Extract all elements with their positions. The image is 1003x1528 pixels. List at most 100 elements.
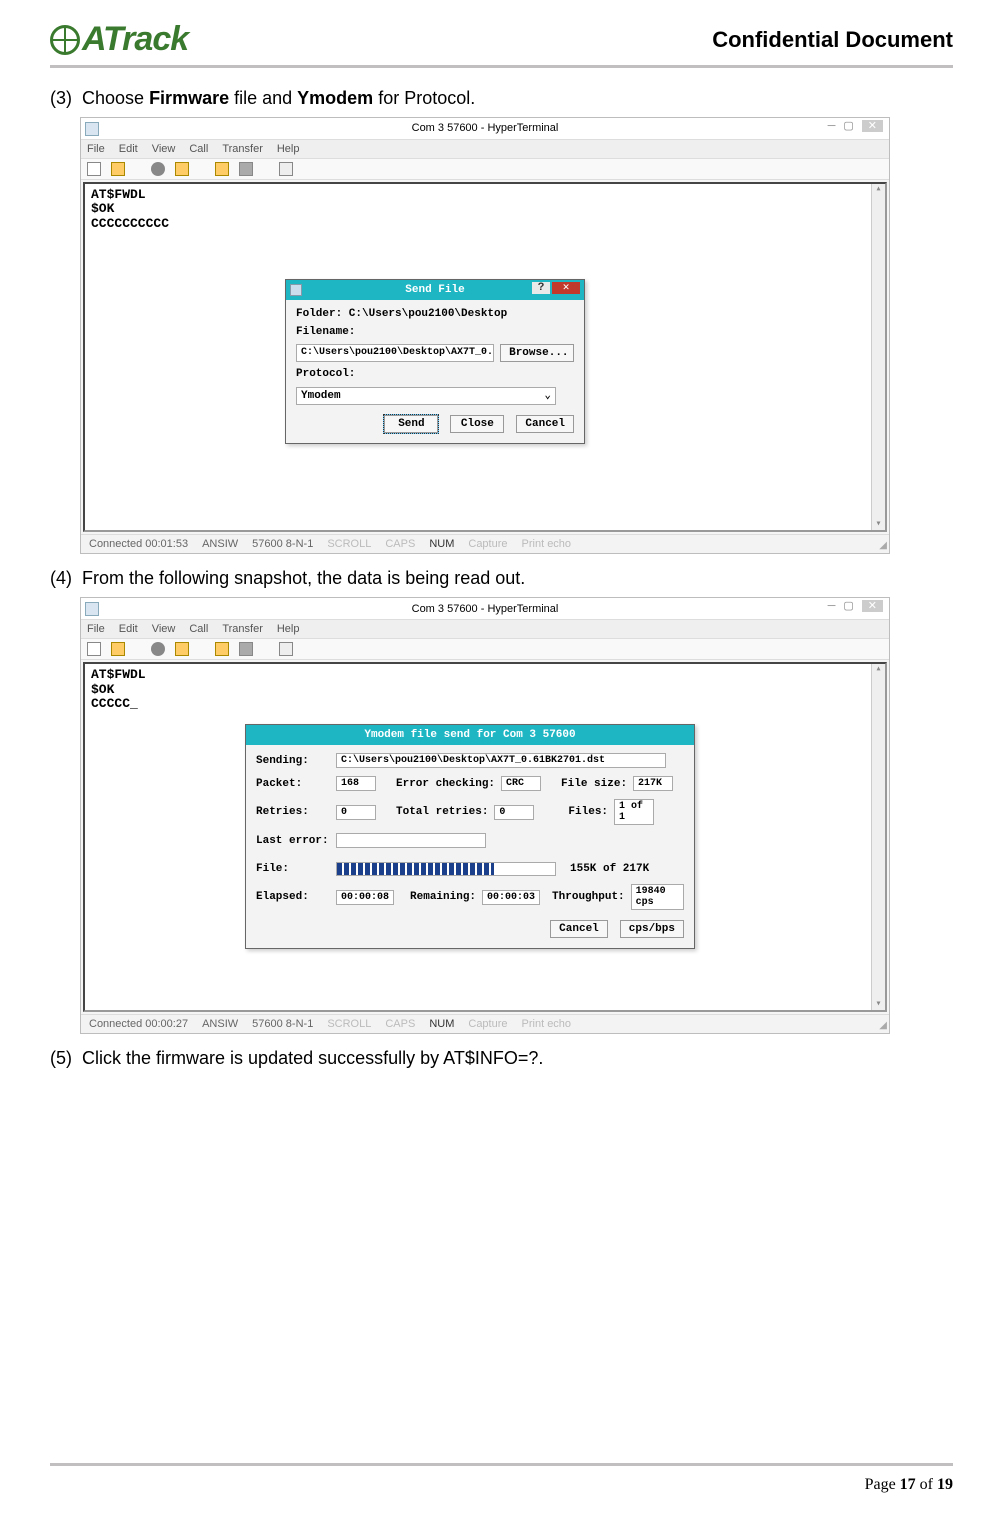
scrollbar[interactable] — [871, 664, 885, 1010]
connect-icon[interactable] — [151, 162, 165, 176]
close-button[interactable]: Close — [450, 415, 504, 433]
terminal-line: AT$FWDL — [91, 668, 879, 682]
send-icon[interactable] — [215, 642, 229, 656]
window-controls: ─ ▢ ✕ — [828, 120, 883, 132]
page-pre: Page — [865, 1476, 900, 1493]
close-icon[interactable]: ✕ — [862, 600, 883, 612]
page-current: 17 — [900, 1476, 916, 1493]
filesize-label: File size: — [561, 778, 627, 790]
send-icon[interactable] — [215, 162, 229, 176]
sending-label: Sending: — [256, 755, 330, 767]
close-icon[interactable]: ✕ — [862, 120, 883, 132]
screenshot-ymodem: Com 3 57600 - HyperTerminal ─ ▢ ✕ File E… — [80, 597, 890, 1034]
menu-view[interactable]: View — [152, 143, 176, 155]
menu-help[interactable]: Help — [277, 143, 300, 155]
window-titlebar[interactable]: Com 3 57600 - HyperTerminal ─ ▢ ✕ — [81, 598, 889, 620]
menu-call[interactable]: Call — [189, 143, 208, 155]
properties-icon[interactable] — [279, 162, 293, 176]
cpsbps-button[interactable]: cps/bps — [620, 920, 684, 938]
files-value: 1 of 1 — [614, 799, 654, 825]
terminal-line: CCCCCCCCCC — [91, 217, 879, 231]
terminal-area[interactable]: AT$FWDL $OK CCCCC_ Ymodem file send for … — [83, 662, 887, 1012]
status-encoding: ANSIW — [202, 538, 238, 550]
step-text: Choose — [82, 88, 149, 108]
close-icon[interactable]: ✕ — [552, 282, 580, 294]
maximize-icon[interactable]: ▢ — [843, 120, 853, 132]
phone-icon[interactable] — [175, 642, 189, 656]
menu-transfer[interactable]: Transfer — [222, 623, 263, 635]
dialog-titlebar[interactable]: Ymodem file send for Com 3 57600 — [246, 725, 694, 745]
step-4-text: (4) From the following snapshot, the dat… — [50, 568, 953, 589]
menu-call[interactable]: Call — [189, 623, 208, 635]
minimize-icon[interactable]: ─ — [828, 120, 836, 132]
firmware-strong: Firmware — [149, 88, 229, 108]
menu-file[interactable]: File — [87, 623, 105, 635]
toolbar — [81, 639, 889, 660]
cancel-button[interactable]: Cancel — [516, 415, 574, 433]
status-encoding: ANSIW — [202, 1018, 238, 1030]
minimize-icon[interactable]: ─ — [828, 600, 836, 612]
browse-button[interactable]: Browse... — [500, 344, 574, 362]
page-mid: of — [916, 1476, 937, 1493]
throughput-value: 19840 cps — [631, 884, 684, 910]
help-icon[interactable]: ? — [532, 282, 550, 294]
protocol-select[interactable]: Ymodem ⌄ — [296, 387, 556, 405]
dialog-titlebar[interactable]: Send File ? ✕ — [286, 280, 584, 300]
errorcheck-value: CRC — [501, 776, 541, 791]
logo: ATrack — [50, 20, 188, 59]
terminal-area[interactable]: AT$FWDL $OK CCCCCCCCCC Send File ? ✕ Fol… — [83, 182, 887, 532]
status-bar: Connected 00:01:53 ANSIW 57600 8-N-1 SCR… — [81, 534, 889, 553]
folder-label: Folder: C:\Users\pou2100\Desktop — [296, 308, 574, 320]
open-icon[interactable] — [111, 162, 125, 176]
file-progress-text: 155K of 217K — [570, 863, 649, 875]
send-button[interactable]: Send — [384, 415, 438, 433]
window-controls: ─ ▢ ✕ — [828, 600, 883, 612]
status-printecho: Print echo — [522, 538, 572, 550]
receive-icon[interactable] — [239, 162, 253, 176]
menu-edit[interactable]: Edit — [119, 623, 138, 635]
step-3-text: (3) Choose Firmware file and Ymodem for … — [50, 88, 953, 109]
resize-grip-icon[interactable]: ◢ — [879, 1020, 887, 1031]
properties-icon[interactable] — [279, 642, 293, 656]
status-caps: CAPS — [385, 538, 415, 550]
sending-value: C:\Users\pou2100\Desktop\AX7T_0.61BK2701… — [336, 753, 666, 768]
menu-help[interactable]: Help — [277, 623, 300, 635]
totalretries-label: Total retries: — [396, 806, 488, 818]
resize-grip-icon[interactable]: ◢ — [879, 540, 887, 551]
menu-view[interactable]: View — [152, 623, 176, 635]
connect-icon[interactable] — [151, 642, 165, 656]
menu-file[interactable]: File — [87, 143, 105, 155]
scrollbar[interactable] — [871, 184, 885, 530]
filename-label: Filename: — [296, 326, 574, 338]
toolbar — [81, 159, 889, 180]
terminal-line: AT$FWDL — [91, 188, 879, 202]
phone-icon[interactable] — [175, 162, 189, 176]
menu-edit[interactable]: Edit — [119, 143, 138, 155]
menu-transfer[interactable]: Transfer — [222, 143, 263, 155]
status-scroll: SCROLL — [327, 538, 371, 550]
elapsed-value: 00:00:08 — [336, 890, 394, 905]
maximize-icon[interactable]: ▢ — [843, 600, 853, 612]
errorcheck-label: Error checking: — [396, 778, 495, 790]
open-icon[interactable] — [111, 642, 125, 656]
cancel-button[interactable]: Cancel — [550, 920, 608, 938]
window-titlebar[interactable]: Com 3 57600 - HyperTerminal ─ ▢ ✕ — [81, 118, 889, 140]
menu-bar: File Edit View Call Transfer Help — [81, 140, 889, 159]
filename-input[interactable]: C:\Users\pou2100\Desktop\AX7T_0.61B1545.… — [296, 344, 494, 362]
status-capture: Capture — [468, 1018, 507, 1030]
ymodem-progress-dialog: Ymodem file send for Com 3 57600 Sending… — [245, 724, 695, 949]
elapsed-label: Elapsed: — [256, 891, 330, 903]
new-icon[interactable] — [87, 642, 101, 656]
app-icon — [85, 602, 99, 616]
remaining-value: 00:00:03 — [482, 890, 540, 905]
throughput-label: Throughput: — [552, 891, 625, 903]
receive-icon[interactable] — [239, 642, 253, 656]
file-label: File: — [256, 863, 330, 875]
step-number: (4) — [50, 568, 72, 588]
status-capture: Capture — [468, 538, 507, 550]
new-icon[interactable] — [87, 162, 101, 176]
retries-label: Retries: — [256, 806, 330, 818]
app-icon — [85, 122, 99, 136]
progress-fill — [337, 863, 494, 875]
page-total: 19 — [937, 1476, 953, 1493]
